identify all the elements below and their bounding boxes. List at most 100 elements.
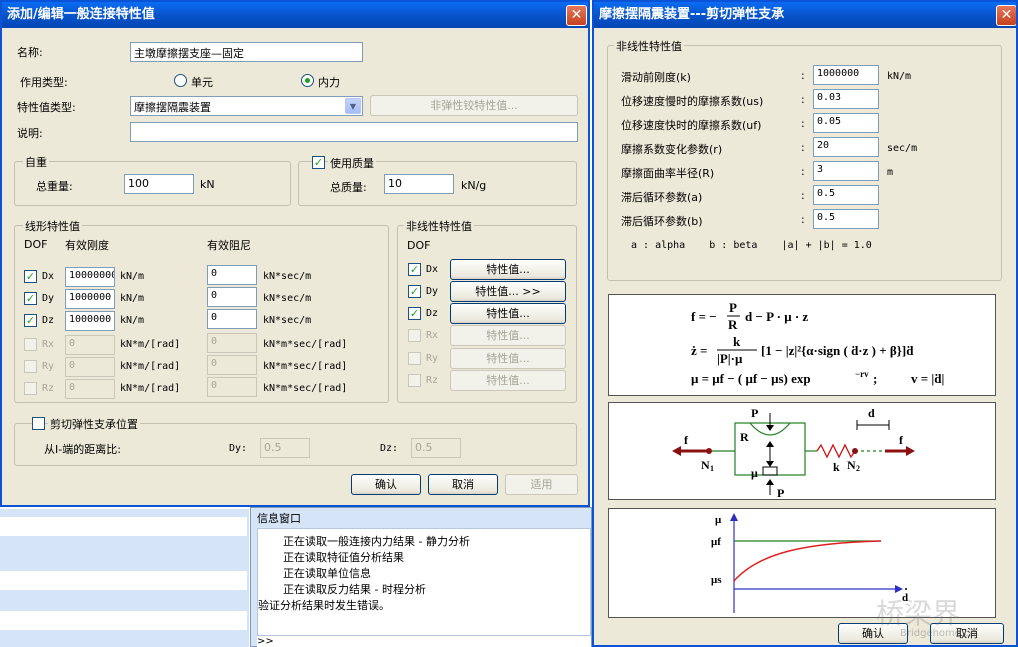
linear-dy-checkbox[interactable]: ✓ (24, 292, 37, 305)
shear-checkbox[interactable] (32, 417, 45, 430)
nonlinear-rx-button[interactable]: 特性值... (450, 325, 566, 346)
linear-stiff-header: 有效刚度 (65, 239, 109, 252)
param-input[interactable]: 0.5 (813, 185, 879, 205)
action-type-label: 作用类型: (20, 76, 68, 89)
param-input[interactable]: 20 (813, 137, 879, 157)
linear-damping-input[interactable]: 0 (207, 265, 257, 285)
nonlinear-dof-label: Ry (426, 353, 439, 364)
linear-dof-label: Rz (42, 383, 55, 394)
linear-damping-input[interactable]: 0 (207, 287, 257, 307)
nonlinear-dof-label: Dy (426, 286, 439, 297)
linear-stiffness-input[interactable]: 1000000 (65, 289, 115, 309)
name-input[interactable]: 主墩摩擦摆支座—固定 (130, 42, 363, 62)
param-input[interactable]: 0.05 (813, 113, 879, 133)
linear-damping-unit: kN*m*sec/[rad] (263, 339, 348, 350)
nonlinear-rx-checkbox[interactable] (408, 329, 421, 342)
linear-damping-input[interactable]: 0 (207, 333, 257, 353)
total-weight-input[interactable]: 100 (124, 174, 194, 194)
linear-damping-unit: kN*m*sec/[rad] (263, 361, 348, 372)
param-label: 位移速度慢时的摩擦系数(us) (621, 95, 764, 108)
param-unit: kN/m (887, 71, 912, 82)
nonlinear-dz-button[interactable]: 特性值... (450, 303, 566, 324)
nonlinear-dx-checkbox[interactable]: ✓ (408, 263, 421, 276)
param-colon: : (801, 213, 805, 226)
name-label: 名称: (17, 46, 43, 59)
shear-dy-input[interactable]: 0.5 (260, 438, 310, 458)
linear-stiffness-input[interactable]: 0 (65, 379, 115, 399)
action-single-label: 单元 (191, 76, 213, 89)
close-icon[interactable]: ✕ (566, 5, 587, 26)
info-line: 验证分析结果时发生错误。 (258, 599, 390, 612)
linear-damping-input[interactable]: 0 (207, 355, 257, 375)
linear-dz-checkbox[interactable]: ✓ (24, 314, 37, 327)
svg-text:d − P · μ · z: d − P · μ · z (745, 309, 808, 324)
cancel-button[interactable]: 取消 (428, 474, 498, 495)
use-mass-label: 使用质量 (328, 155, 376, 171)
close-icon[interactable]: ✕ (996, 5, 1016, 26)
linear-stiffness-input[interactable]: 10000000 (65, 267, 115, 287)
linear-stiffness-unit: kN*m/[rad] (120, 339, 181, 350)
param-label: 滞后循环参数(b) (621, 215, 703, 228)
nonlinear-hinge-button[interactable]: 非弹性铰特性值... (370, 95, 578, 116)
diag-P-top: P (751, 406, 758, 420)
shear-dz-label: Dz: (380, 443, 399, 454)
shear-dz-input[interactable]: 0.5 (411, 438, 461, 458)
svg-text:ż =: ż = (691, 343, 707, 358)
curve-muf: μf (711, 536, 721, 548)
action-force-radio[interactable] (301, 74, 314, 87)
nonlinear-dy-checkbox[interactable]: ✓ (408, 285, 421, 298)
linear-dof-header: DOF (24, 238, 48, 251)
linear-damping-input[interactable]: 0 (207, 309, 257, 329)
linear-ry-checkbox[interactable] (24, 360, 37, 373)
diag-d: d (868, 406, 875, 420)
total-mass-unit: kN/g (461, 179, 487, 192)
svg-text:R: R (728, 317, 738, 332)
shear-dy-label: Dy: (229, 443, 248, 454)
command-input[interactable]: >> (257, 636, 591, 647)
total-weight-label: 总重量: (36, 180, 73, 193)
svg-text:P: P (729, 300, 737, 315)
linear-rz-checkbox[interactable] (24, 382, 37, 395)
nonlinear-ry-checkbox[interactable] (408, 352, 421, 365)
linear-stiffness-input[interactable]: 1000000 (65, 311, 115, 331)
linear-damping-input[interactable]: 0 (207, 377, 257, 397)
param-input[interactable]: 3 (813, 161, 879, 181)
linear-dof-label: Dy (42, 293, 55, 304)
total-weight-unit: kN (200, 178, 215, 191)
linear-stiffness-input[interactable]: 0 (65, 357, 115, 377)
param-input[interactable]: 0.03 (813, 89, 879, 109)
info-line: 正在读取一般连接内力结果 - 静力分析 (283, 535, 470, 548)
linear-damping-unit: kN*sec/m (263, 293, 312, 304)
info-title: 信息窗口 (257, 512, 301, 525)
apply-button[interactable]: 适用 (505, 474, 578, 495)
desc-input[interactable] (130, 122, 578, 142)
param-input[interactable]: 0.5 (813, 209, 879, 229)
watermark: 桥梁界 (876, 597, 961, 630)
nonlinear-dz-checkbox[interactable]: ✓ (408, 307, 421, 320)
param-input[interactable]: 1000000 (813, 65, 879, 85)
tree-pane (0, 509, 249, 647)
nonlinear-rz-button[interactable]: 特性值... (450, 370, 566, 391)
prop-type-select[interactable]: 摩擦摆隔震装置 ▼ (130, 96, 363, 116)
nonlinear-dy-button[interactable]: 特性值... >> (450, 281, 566, 302)
action-single-radio[interactable] (174, 74, 187, 87)
linear-rx-checkbox[interactable] (24, 338, 37, 351)
use-mass-checkbox[interactable]: ✓ (312, 156, 325, 169)
nonlinear-dx-button[interactable]: 特性值... (450, 259, 566, 280)
linear-damping-unit: kN*m*sec/[rad] (263, 383, 348, 394)
diag-k: k (833, 460, 840, 474)
nonlinear-legend: 非线性特性值 (404, 218, 474, 234)
linear-damp-header: 有效阻尼 (207, 239, 251, 252)
mechanism-svg: P R d f f N1 N2 k μ P (672, 406, 915, 499)
total-mass-input[interactable]: 10 (384, 174, 454, 194)
dialog-title: 添加/编辑一般连接特性值 (2, 2, 588, 28)
nonlinear-ry-button[interactable]: 特性值... (450, 348, 566, 369)
linear-stiffness-input[interactable]: 0 (65, 335, 115, 355)
nonlinear-rz-checkbox[interactable] (408, 374, 421, 387)
linear-damping-unit: kN*sec/m (263, 271, 312, 282)
info-line: 正在读取反力结果 - 时程分析 (283, 583, 426, 596)
linear-damping-unit: kN*sec/m (263, 315, 312, 326)
linear-dx-checkbox[interactable]: ✓ (24, 270, 37, 283)
ok-button[interactable]: 确认 (351, 474, 421, 495)
svg-text:k: k (733, 334, 741, 349)
